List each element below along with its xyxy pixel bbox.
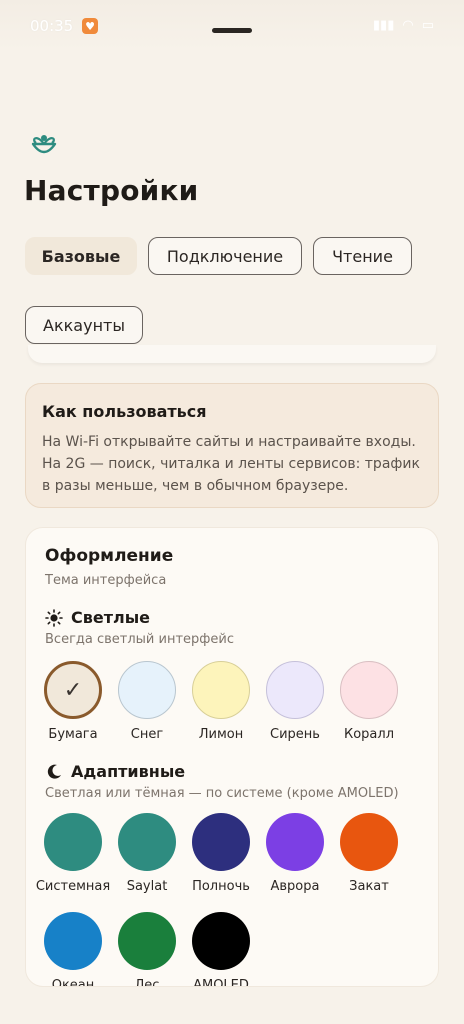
theme-midnight[interactable]: Полночь	[184, 813, 258, 894]
theme-label: Сирень	[270, 727, 320, 742]
appearance-title: Оформление	[45, 546, 174, 566]
theme-swatch[interactable]	[340, 813, 398, 871]
theme-label: Бумага	[48, 727, 98, 742]
theme-swatch[interactable]	[266, 661, 324, 719]
theme-ocean[interactable]: Океан	[36, 912, 110, 987]
theme-swatch[interactable]	[44, 912, 102, 970]
check-icon: ✓	[63, 677, 83, 703]
light-themes-row: ✓ Бумага Снег Лимон Сирень Коралл	[36, 661, 406, 742]
theme-amoled[interactable]: AMOLED	[184, 912, 258, 987]
theme-label: Лимон	[198, 727, 244, 742]
theme-swatch[interactable]	[192, 912, 250, 970]
notification-heart-icon: ♥	[82, 18, 98, 34]
theme-label: AMOLED	[193, 978, 249, 987]
theme-swatch[interactable]	[340, 661, 398, 719]
tab-reading[interactable]: Чтение	[313, 237, 412, 275]
theme-swatch[interactable]	[192, 661, 250, 719]
adaptive-group-title: Адаптивные	[45, 762, 185, 781]
theme-aurora[interactable]: Аврора	[258, 813, 332, 894]
theme-label: Аврора	[270, 879, 320, 894]
theme-swatch[interactable]	[118, 813, 176, 871]
how-to-text: На Wi-Fi открывайте сайты и настраивайте…	[42, 434, 420, 494]
light-group-label: Светлые	[71, 608, 151, 627]
theme-swatch[interactable]	[118, 661, 176, 719]
drag-handle[interactable]	[212, 28, 252, 33]
moon-icon	[47, 764, 61, 779]
signal-icon: ▮▮▮	[372, 18, 395, 33]
battery-icon: ▭	[421, 18, 434, 33]
theme-swatch[interactable]: ✓	[44, 661, 102, 719]
theme-label: Полночь	[192, 879, 250, 894]
theme-label: Коралл	[343, 727, 395, 742]
light-group-title: Светлые	[45, 608, 150, 627]
adaptive-group-label: Адаптивные	[71, 762, 186, 781]
how-to-card: Как пользоваться На Wi-Fi открывайте сай…	[25, 383, 439, 508]
theme-swatch[interactable]	[44, 813, 102, 871]
status-time: 00:35	[30, 17, 74, 35]
theme-paper[interactable]: ✓ Бумага	[36, 661, 110, 742]
theme-lemon[interactable]: Лимон	[184, 661, 258, 742]
tab-accounts[interactable]: Аккаунты	[25, 306, 143, 344]
status-bar: 00:35 ♥ ▮▮▮ ◠ ▭	[0, 0, 464, 52]
light-group-subtitle: Всегда светлый интерфейс	[45, 632, 234, 647]
theme-label: Системная	[35, 879, 111, 894]
theme-label: Saylat	[126, 879, 168, 894]
adaptive-themes-row-2: Океан Лес AMOLED	[36, 912, 258, 987]
status-icons: ▮▮▮ ◠ ▭	[373, 18, 434, 33]
theme-forest[interactable]: Лес	[110, 912, 184, 987]
appearance-subtitle: Тема интерфейса	[45, 573, 167, 588]
previous-card-edge	[28, 345, 436, 363]
sun-icon	[45, 608, 63, 627]
theme-saylat[interactable]: Saylat	[110, 813, 184, 894]
theme-label: Лес	[134, 978, 160, 987]
page-title: Настройки	[24, 174, 199, 207]
theme-label: Снег	[130, 727, 164, 742]
theme-swatch[interactable]	[118, 912, 176, 970]
theme-sunset[interactable]: Закат	[332, 813, 406, 894]
tab-basic[interactable]: Базовые	[25, 237, 137, 275]
theme-swatch[interactable]	[192, 813, 250, 871]
theme-coral[interactable]: Коралл	[332, 661, 406, 742]
theme-lilac[interactable]: Сирень	[258, 661, 332, 742]
theme-system[interactable]: Системная	[36, 813, 110, 894]
adaptive-group-subtitle: Светлая или тёмная — по системе (кроме A…	[45, 786, 399, 801]
tab-connection[interactable]: Подключение	[148, 237, 302, 275]
adaptive-themes-row-1: Системная Saylat Полночь Аврора Закат	[36, 813, 406, 894]
appearance-card: Оформление Тема интерфейса Светлые Всегд…	[25, 527, 439, 987]
theme-swatch[interactable]	[266, 813, 324, 871]
theme-snow[interactable]: Снег	[110, 661, 184, 742]
app-logo-icon	[31, 135, 57, 154]
theme-label: Океан	[51, 978, 95, 987]
wifi-icon: ◠	[402, 18, 414, 33]
how-to-title: Как пользоваться	[42, 402, 207, 421]
theme-label: Закат	[349, 879, 389, 894]
